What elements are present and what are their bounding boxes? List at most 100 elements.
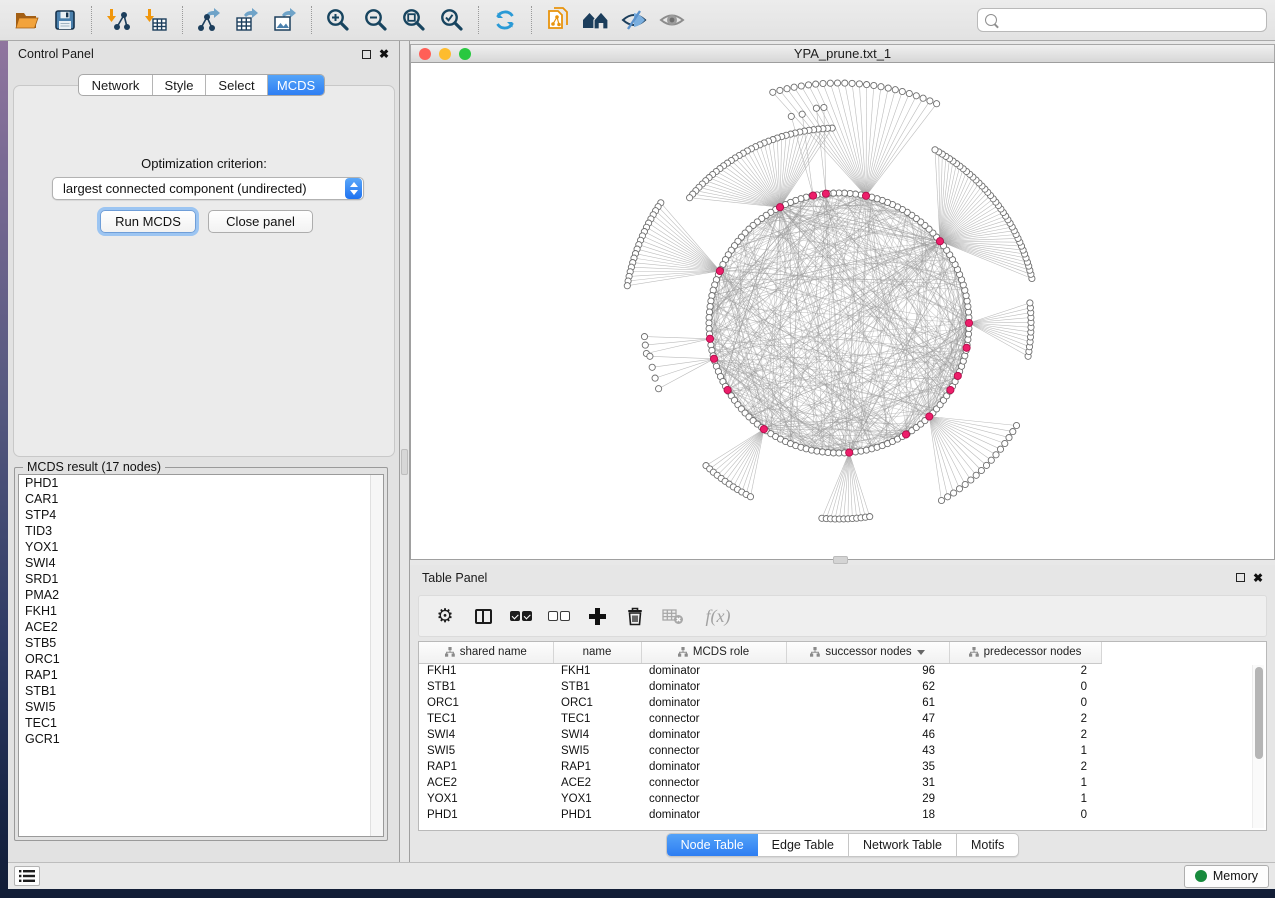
- close-panel-icon[interactable]: ✖: [379, 48, 389, 60]
- tab-node-table[interactable]: Node Table: [667, 834, 758, 856]
- tab-edge-table[interactable]: Edge Table: [758, 834, 849, 856]
- table-row[interactable]: PHD1PHD1dominator180: [419, 807, 1101, 823]
- mcds-result-item[interactable]: STP4: [19, 507, 383, 523]
- criterion-dropdown[interactable]: largest connected component (undirected): [52, 177, 364, 200]
- table-row[interactable]: SWI5SWI5connector431: [419, 743, 1101, 759]
- delete-column-button[interactable]: [623, 603, 647, 629]
- splitter-handle[interactable]: [401, 449, 408, 475]
- export-table-button[interactable]: [228, 4, 266, 36]
- tab-mcds[interactable]: MCDS: [268, 75, 324, 95]
- zoom-fit-button[interactable]: [395, 4, 433, 36]
- table-cell: STB1: [553, 679, 641, 695]
- import-table-button[interactable]: [137, 4, 175, 36]
- table-row[interactable]: ACE2ACE2connector311: [419, 775, 1101, 791]
- memory-status-icon: [1195, 870, 1207, 882]
- column-header-shared-name[interactable]: shared name: [419, 642, 553, 663]
- memory-button[interactable]: Memory: [1184, 865, 1269, 888]
- task-history-button[interactable]: [14, 866, 40, 886]
- table-cell: 31: [786, 775, 949, 791]
- mcds-result-item[interactable]: SWI4: [19, 555, 383, 571]
- toggle-panes-button[interactable]: [471, 603, 495, 629]
- toolbar-separator: [91, 6, 92, 34]
- export-network-button[interactable]: [190, 4, 228, 36]
- mcds-result-item[interactable]: ACE2: [19, 619, 383, 635]
- add-column-button[interactable]: [585, 603, 609, 629]
- mcds-result-item[interactable]: PHD1: [19, 475, 383, 491]
- refresh-button[interactable]: [486, 4, 524, 36]
- mcds-result-item[interactable]: SRD1: [19, 571, 383, 587]
- column-header-successor-nodes[interactable]: successor nodes: [786, 642, 949, 663]
- table-settings-button[interactable]: ⚙: [433, 603, 457, 629]
- mcds-result-item[interactable]: FKH1: [19, 603, 383, 619]
- function-builder-button[interactable]: f(x): [699, 603, 737, 629]
- neighbors-button[interactable]: [577, 4, 615, 36]
- float-panel-icon[interactable]: [362, 50, 371, 59]
- table-cell: 0: [949, 679, 1101, 695]
- toolbar-separator: [311, 6, 312, 34]
- network-canvas[interactable]: [410, 63, 1275, 560]
- save-session-button[interactable]: [46, 4, 84, 36]
- table-cell: FKH1: [553, 663, 641, 679]
- clone-network-button[interactable]: [539, 4, 577, 36]
- horizontal-splitter[interactable]: [410, 560, 1275, 565]
- export-image-button[interactable]: [266, 4, 304, 36]
- status-bar: Memory: [8, 862, 1275, 889]
- table-cell: SWI4: [553, 727, 641, 743]
- vertical-splitter[interactable]: [400, 41, 410, 862]
- search-input[interactable]: [1002, 13, 1259, 27]
- table-row[interactable]: SWI4SWI4dominator462: [419, 727, 1101, 743]
- table-row[interactable]: RAP1RAP1dominator352: [419, 759, 1101, 775]
- scrollbar-thumb[interactable]: [1255, 667, 1263, 759]
- mcds-result-item[interactable]: PMA2: [19, 587, 383, 603]
- column-header-predecessor-nodes[interactable]: predecessor nodes: [949, 642, 1101, 663]
- node-table[interactable]: shared namenameMCDS rolesuccessor nodesp…: [419, 642, 1102, 823]
- column-header-name[interactable]: name: [553, 642, 641, 663]
- zoom-out-button[interactable]: [357, 4, 395, 36]
- mcds-result-item[interactable]: GCR1: [19, 731, 383, 747]
- zoom-selected-icon: [439, 7, 465, 33]
- mcds-result-item[interactable]: STB5: [19, 635, 383, 651]
- tab-motifs[interactable]: Motifs: [957, 834, 1018, 856]
- tab-network[interactable]: Network: [79, 75, 153, 95]
- mcds-result-item[interactable]: TID3: [19, 523, 383, 539]
- list-scrollbar[interactable]: [370, 475, 383, 836]
- hide-selected-button[interactable]: [615, 4, 653, 36]
- table-scrollbar[interactable]: [1252, 665, 1264, 828]
- table-row[interactable]: ORC1ORC1dominator610: [419, 695, 1101, 711]
- table-row[interactable]: FKH1FKH1dominator962: [419, 663, 1101, 679]
- table-cell: connector: [641, 743, 786, 759]
- tab-style[interactable]: Style: [153, 75, 206, 95]
- show-all-button[interactable]: [653, 4, 691, 36]
- tab-network-table[interactable]: Network Table: [849, 834, 957, 856]
- open-session-button[interactable]: [8, 4, 46, 36]
- select-all-button[interactable]: [509, 603, 533, 629]
- zoom-selected-button[interactable]: [433, 4, 471, 36]
- node-table-container: shared namenameMCDS rolesuccessor nodesp…: [418, 641, 1267, 831]
- mcds-result-item[interactable]: STB1: [19, 683, 383, 699]
- import-network-button[interactable]: [99, 4, 137, 36]
- delete-table-button[interactable]: [661, 603, 685, 629]
- mcds-result-item[interactable]: TEC1: [19, 715, 383, 731]
- tab-select[interactable]: Select: [206, 75, 268, 95]
- deselect-all-button[interactable]: [547, 603, 571, 629]
- mcds-result-item[interactable]: YOX1: [19, 539, 383, 555]
- mcds-result-item[interactable]: ORC1: [19, 651, 383, 667]
- table-cell: 0: [949, 807, 1101, 823]
- table-cell: PHD1: [419, 807, 553, 823]
- table-row[interactable]: YOX1YOX1connector291: [419, 791, 1101, 807]
- table-row[interactable]: STB1STB1dominator620: [419, 679, 1101, 695]
- mcds-result-item[interactable]: CAR1: [19, 491, 383, 507]
- splitter-handle[interactable]: [833, 556, 848, 564]
- column-header-MCDS-role[interactable]: MCDS role: [641, 642, 786, 663]
- close-panel-button[interactable]: Close panel: [208, 210, 313, 233]
- table-row[interactable]: TEC1TEC1connector472: [419, 711, 1101, 727]
- close-panel-icon[interactable]: ✖: [1253, 572, 1263, 584]
- mcds-result-item[interactable]: SWI5: [19, 699, 383, 715]
- network-graph[interactable]: [411, 63, 1274, 558]
- mcds-result-list[interactable]: PHD1CAR1STP4TID3YOX1SWI4SRD1PMA2FKH1ACE2…: [18, 474, 384, 837]
- mcds-result-item[interactable]: RAP1: [19, 667, 383, 683]
- run-mcds-button[interactable]: Run MCDS: [100, 210, 196, 233]
- network-titlebar[interactable]: YPA_prune.txt_1: [410, 44, 1275, 63]
- float-panel-icon[interactable]: [1236, 573, 1245, 582]
- zoom-in-button[interactable]: [319, 4, 357, 36]
